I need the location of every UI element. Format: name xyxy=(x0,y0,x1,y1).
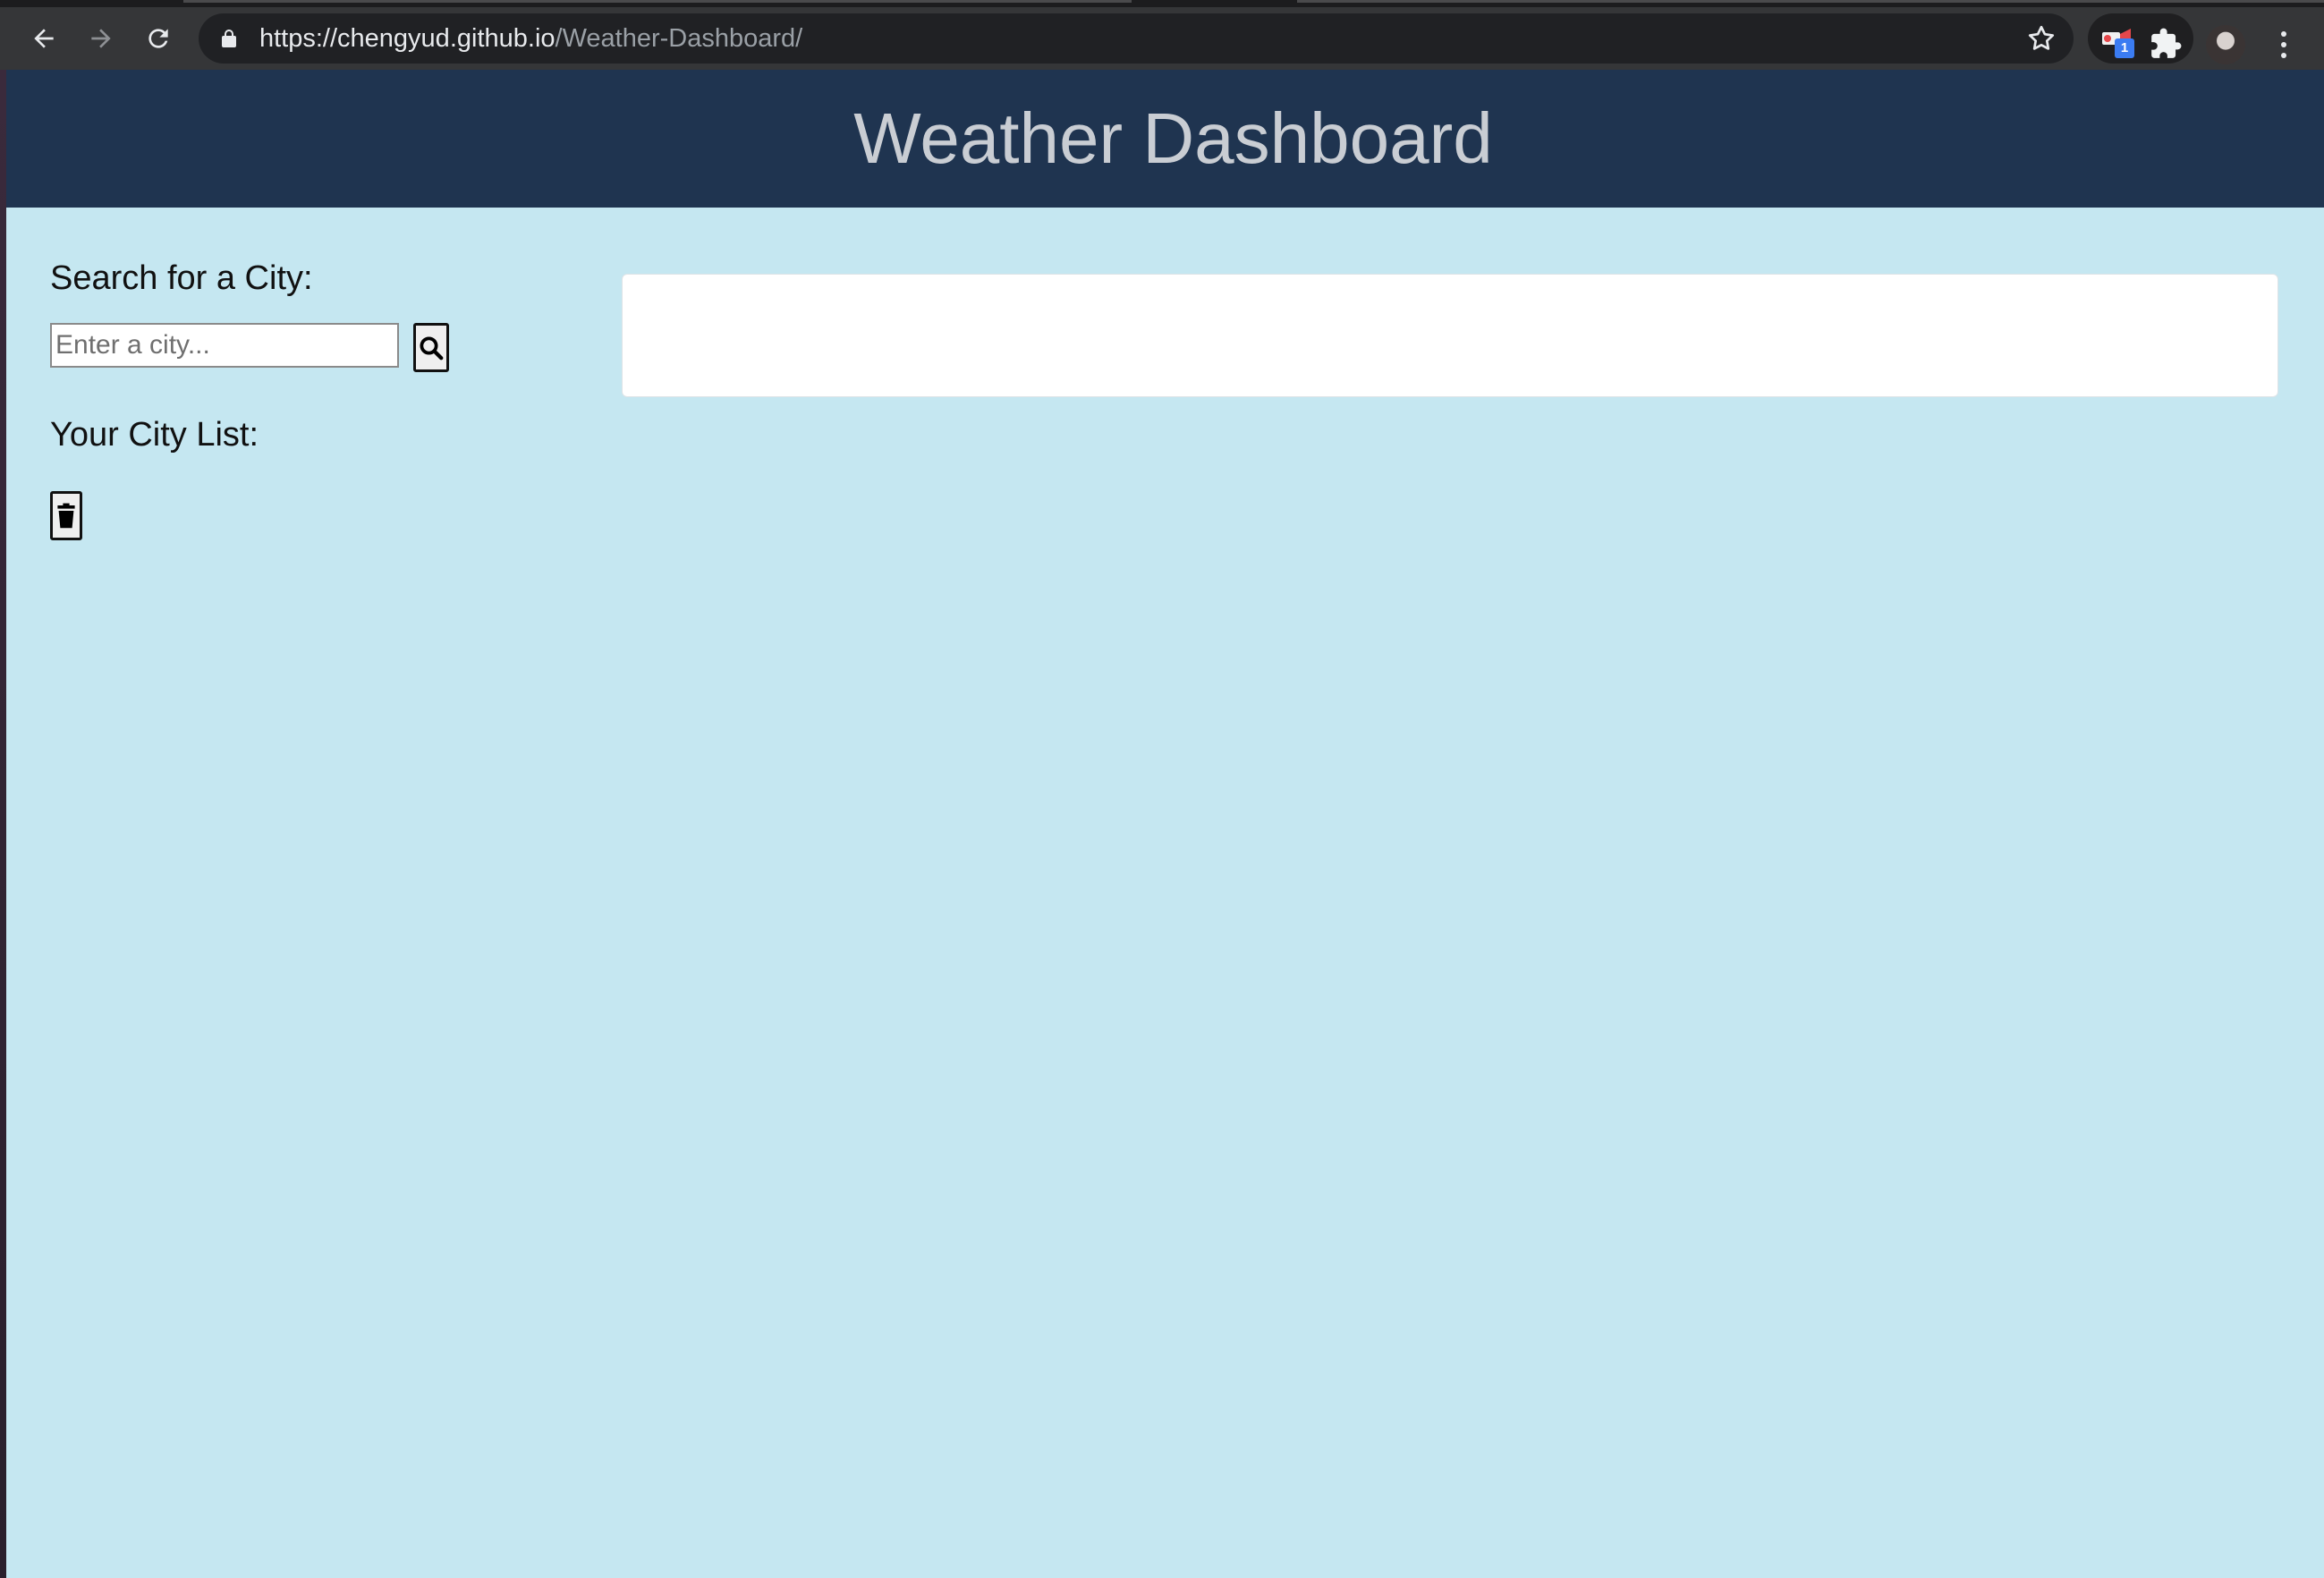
window-edge xyxy=(0,70,6,1578)
bookmark-star-icon[interactable] xyxy=(2025,22,2057,55)
forward-button[interactable] xyxy=(75,7,127,70)
lock-icon xyxy=(222,30,236,47)
search-button[interactable] xyxy=(413,323,449,372)
url-text: https://chengyud.github.io/Weather-Dashb… xyxy=(259,13,802,64)
arrow-left-icon xyxy=(34,29,54,48)
city-list-label: Your City List: xyxy=(50,416,259,454)
arrow-right-icon xyxy=(91,29,111,48)
extension-badge: 1 xyxy=(2115,38,2134,58)
url-host: https://chengyud.github.io xyxy=(259,24,556,53)
back-button[interactable] xyxy=(18,7,70,70)
clear-list-button[interactable] xyxy=(50,491,82,540)
reload-button[interactable] xyxy=(132,7,184,70)
search-icon xyxy=(420,336,444,360)
page-title: Weather Dashboard xyxy=(853,98,1493,178)
page-header: Weather Dashboard xyxy=(6,70,2324,208)
more-menu-icon[interactable] xyxy=(2270,27,2297,63)
trash-icon xyxy=(57,503,75,528)
page-body: Weather Dashboard Search for a City: You… xyxy=(6,70,2324,1578)
tab-strip xyxy=(0,0,2324,7)
reload-icon xyxy=(148,29,168,48)
current-weather-panel xyxy=(622,274,2278,397)
browser-toolbar: https://chengyud.github.io/Weather-Dashb… xyxy=(0,7,2324,70)
profile-avatar[interactable] xyxy=(2206,25,2245,64)
search-label: Search for a City: xyxy=(50,259,313,297)
url-path: /Weather-Dashboard/ xyxy=(555,24,803,53)
extensions-puzzle-icon[interactable] xyxy=(2149,27,2183,61)
city-search-input[interactable] xyxy=(50,323,399,368)
tab-divider xyxy=(183,0,1132,3)
tab-divider xyxy=(1297,0,2324,3)
address-bar[interactable]: https://chengyud.github.io/Weather-Dashb… xyxy=(199,13,2074,64)
